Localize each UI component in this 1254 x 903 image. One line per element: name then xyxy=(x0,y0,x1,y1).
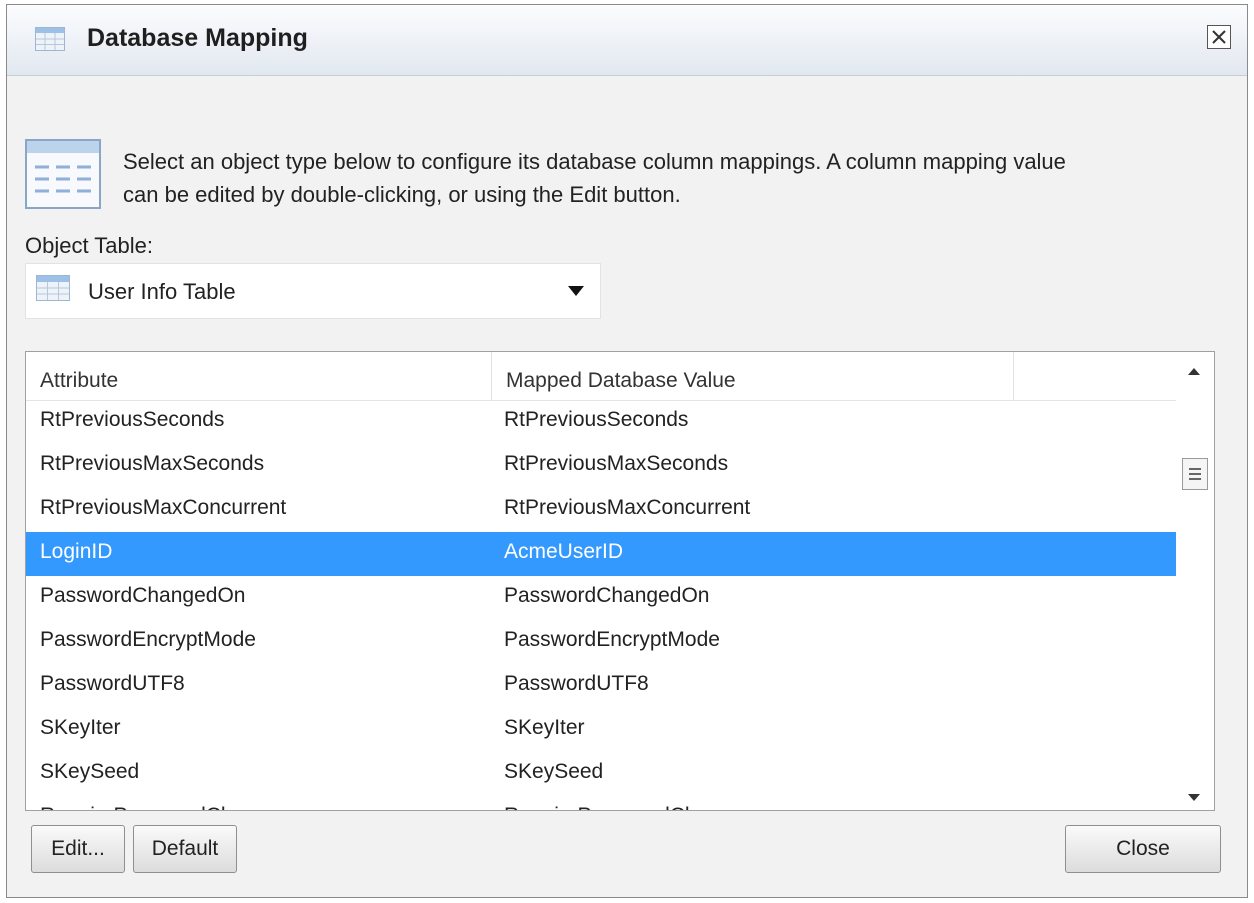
attribute-cell: PasswordUTF8 xyxy=(40,672,185,695)
attribute-cell: SKeyIter xyxy=(40,716,121,739)
table-row[interactable]: PasswordUTF8 PasswordUTF8 xyxy=(26,664,1176,708)
column-header-mapped-value[interactable]: Mapped Database Value xyxy=(492,352,1014,400)
table-row[interactable]: SKeyIter SKeyIter xyxy=(26,708,1176,752)
default-button[interactable]: Default xyxy=(133,825,237,873)
mapped-value-cell: RtPreviousSeconds xyxy=(504,408,689,431)
attribute-cell: RequirePasswordChange xyxy=(40,796,279,810)
table-icon xyxy=(25,139,101,209)
database-mapping-dialog: Database Mapping Select an object type b… xyxy=(6,4,1248,898)
close-x-icon[interactable] xyxy=(1207,25,1231,49)
attribute-cell: LoginID xyxy=(40,540,113,563)
scroll-down-arrow-icon[interactable] xyxy=(1188,794,1200,801)
mapped-value-cell: RequirePasswordChange xyxy=(504,796,743,810)
table-row[interactable]: PasswordEncryptMode PasswordEncryptMode xyxy=(26,620,1176,664)
edit-button[interactable]: Edit... xyxy=(31,825,125,873)
table-row-selected[interactable]: LoginID AcmeUserID xyxy=(26,532,1176,576)
mapped-value-cell: PasswordChangedOn xyxy=(504,584,710,607)
mapped-value-cell: SKeySeed xyxy=(504,760,604,783)
chevron-down-icon[interactable] xyxy=(568,286,584,296)
table-icon xyxy=(36,275,70,301)
scroll-thumb[interactable] xyxy=(1182,458,1208,490)
attribute-cell: PasswordEncryptMode xyxy=(40,628,256,651)
mapping-table: Attribute Mapped Database Value RtPrevio… xyxy=(25,351,1215,811)
dialog-title: Database Mapping xyxy=(87,24,308,52)
mapped-value-cell: SKeyIter xyxy=(504,716,585,739)
mapped-value-cell: PasswordEncryptMode xyxy=(504,628,720,651)
description-line-1: Select an object type below to configure… xyxy=(123,149,1066,174)
mapped-value-cell: RtPreviousMaxSeconds xyxy=(504,452,729,475)
table-row[interactable]: RtPreviousSeconds RtPreviousSeconds xyxy=(26,400,1176,444)
table-row[interactable]: RequirePasswordChange RequirePasswordCha… xyxy=(26,796,1176,810)
object-table-label: Object Table: xyxy=(25,233,154,258)
table-row[interactable]: PasswordChangedOn PasswordChangedOn xyxy=(26,576,1176,620)
column-header-empty xyxy=(1014,352,1176,400)
object-table-selected: User Info Table xyxy=(88,279,236,304)
attribute-cell: PasswordChangedOn xyxy=(40,584,246,607)
vertical-scrollbar[interactable] xyxy=(1176,352,1214,810)
attribute-cell: RtPreviousMaxSeconds xyxy=(40,452,265,475)
close-button[interactable]: Close xyxy=(1065,825,1221,873)
column-header-attribute[interactable]: Attribute xyxy=(26,352,492,400)
mapped-value-cell: AcmeUserID xyxy=(504,540,624,563)
attribute-cell: RtPreviousSeconds xyxy=(40,408,225,431)
table-row[interactable]: SKeySeed SKeySeed xyxy=(26,752,1176,796)
table-icon xyxy=(35,27,65,51)
description-line-2: can be edited by double-clicking, or usi… xyxy=(123,182,681,207)
table-rows: RtPreviousSeconds RtPreviousSeconds RtPr… xyxy=(26,400,1176,810)
table-row[interactable]: RtPreviousMaxSeconds RtPreviousMaxSecond… xyxy=(26,444,1176,488)
attribute-cell: SKeySeed xyxy=(40,760,140,783)
description-text: Select an object type below to configure… xyxy=(123,145,1223,211)
mapped-value-cell: RtPreviousMaxConcurrent xyxy=(504,496,751,519)
object-table-dropdown[interactable]: User Info Table xyxy=(25,263,601,319)
table-header: Attribute Mapped Database Value xyxy=(26,352,1176,401)
title-bar: Database Mapping xyxy=(7,5,1247,76)
mapped-value-cell: PasswordUTF8 xyxy=(504,672,649,695)
scroll-up-arrow-icon[interactable] xyxy=(1188,368,1200,375)
table-row[interactable]: RtPreviousMaxConcurrent RtPreviousMaxCon… xyxy=(26,488,1176,532)
attribute-cell: RtPreviousMaxConcurrent xyxy=(40,496,287,519)
